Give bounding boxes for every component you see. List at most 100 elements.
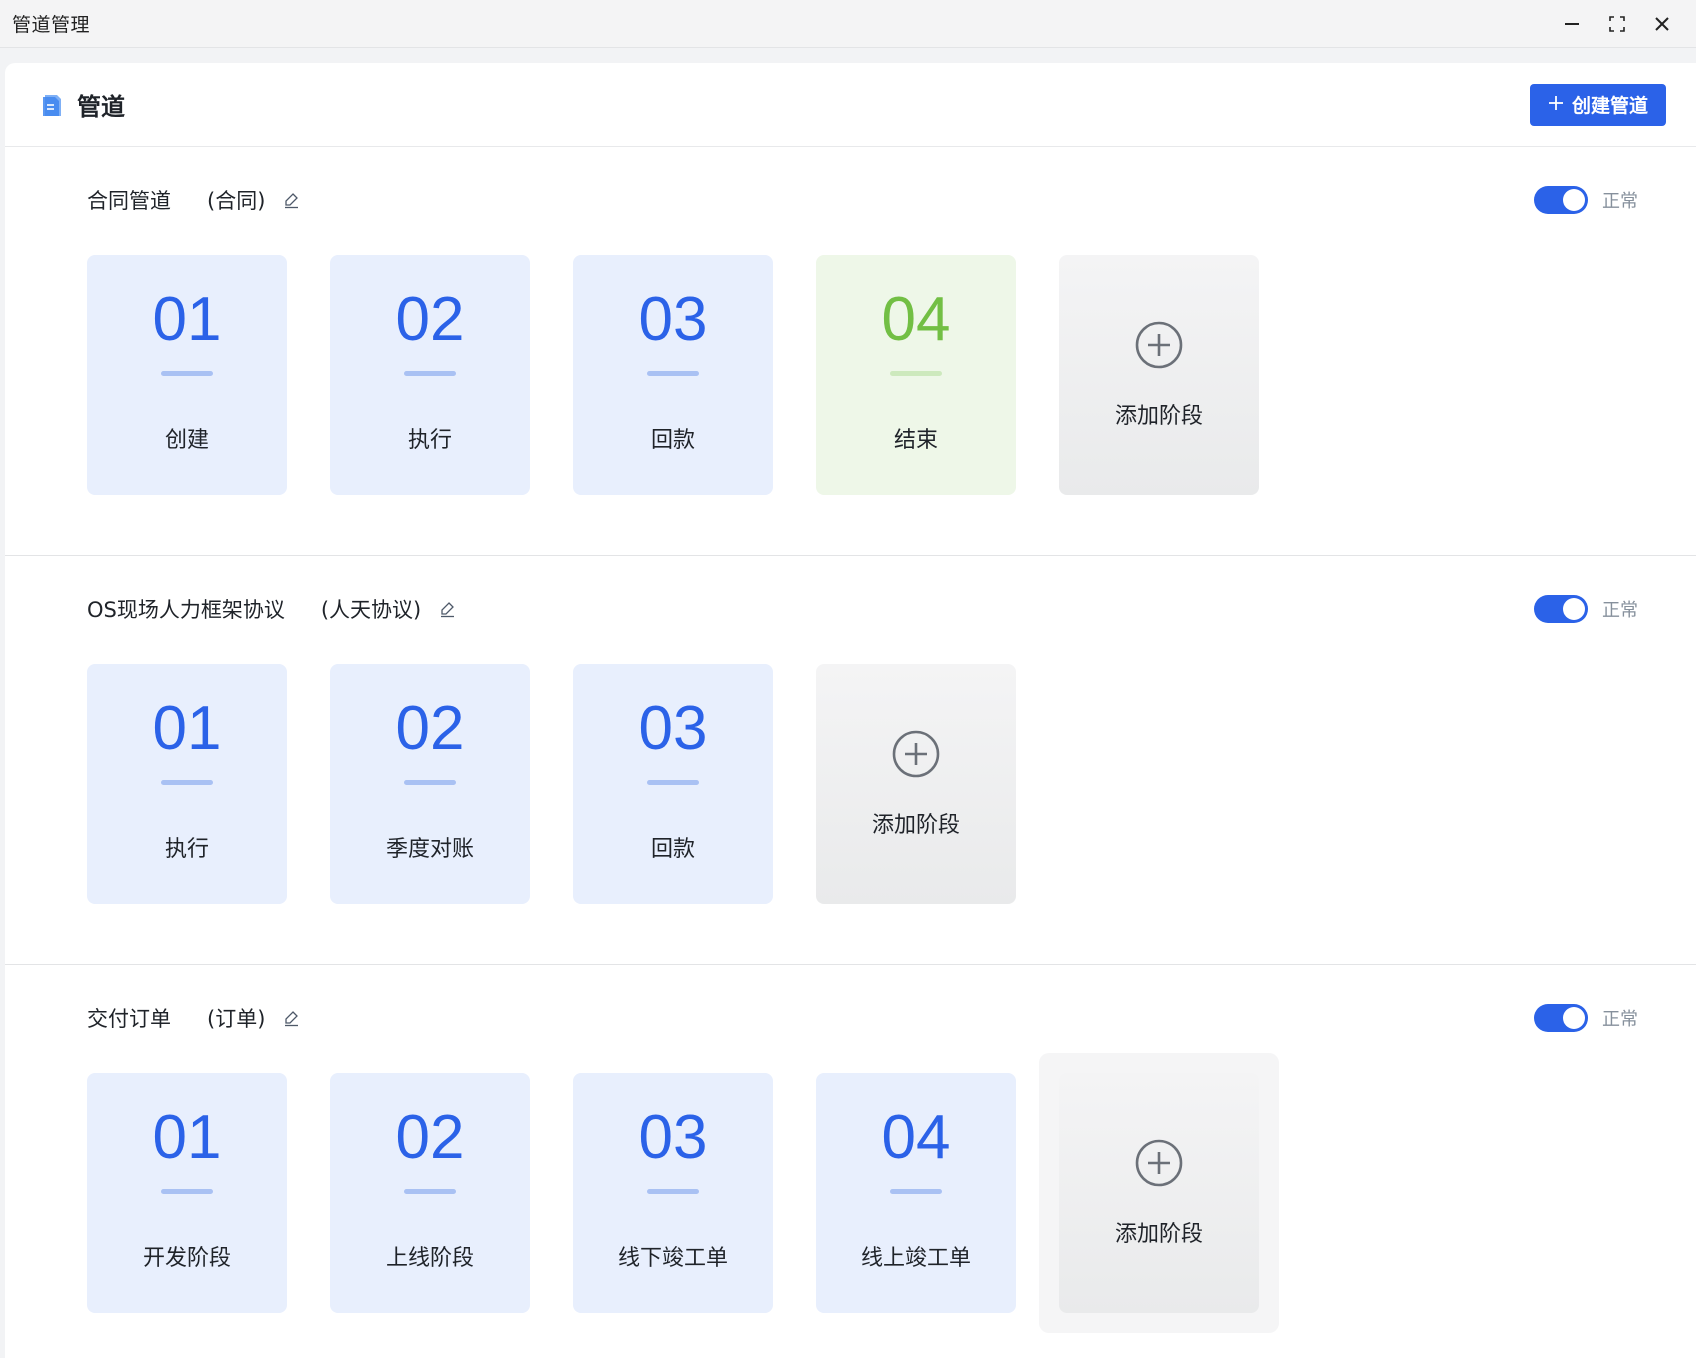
pipeline-header: 交付订单 (订单) 正常 xyxy=(87,1003,1638,1033)
stage-divider xyxy=(161,780,213,785)
stage-number: 03 xyxy=(638,285,708,354)
add-circle-icon xyxy=(1134,320,1184,370)
stage-card[interactable]: 01 创建 xyxy=(87,255,287,495)
stage-divider xyxy=(647,780,699,785)
stage-label: 线上竣工单 xyxy=(860,1246,971,1271)
stage-card[interactable]: 02 执行 xyxy=(330,255,530,495)
minimize-icon xyxy=(1564,16,1580,32)
status-label: 正常 xyxy=(1602,191,1638,212)
stage-label: 结束 xyxy=(893,428,938,453)
stage-divider xyxy=(890,1189,942,1194)
pipeline-name: OS现场人力框架协议 xyxy=(87,598,285,622)
create-pipeline-button[interactable]: 创建管道 xyxy=(1529,83,1666,126)
plus-icon xyxy=(1548,94,1564,116)
page-title-group: 管道 xyxy=(41,87,125,122)
stage-number: 03 xyxy=(638,694,708,763)
stage-label: 回款 xyxy=(650,837,695,862)
document-icon xyxy=(41,92,65,118)
window-title-bar: 管道管理 xyxy=(0,0,1696,48)
add-stage-button[interactable]: 添加阶段 xyxy=(816,664,1016,904)
stage-label: 开发阶段 xyxy=(142,1246,231,1271)
stage-list: 01 开发阶段 02 上线阶段 03 线下竣工单 04 线上竣工单 添加阶段 xyxy=(87,1053,1279,1333)
stage-list: 01 执行 02 季度对账 03 回款 添加阶段 xyxy=(87,664,1016,904)
create-pipeline-label: 创建管道 xyxy=(1571,95,1648,117)
maximize-button[interactable] xyxy=(1594,0,1639,48)
edit-icon[interactable] xyxy=(439,600,457,618)
stage-number: 01 xyxy=(152,694,222,763)
pipeline-type: (订单) xyxy=(207,1007,266,1031)
stage-number: 01 xyxy=(152,1103,222,1172)
pipeline-title-group: OS现场人力框架协议 (人天协议) xyxy=(87,594,457,624)
stage-label: 上线阶段 xyxy=(385,1246,474,1271)
pipeline-header: 合同管道 (合同) 正常 xyxy=(87,185,1638,215)
main-panel: 管道 创建管道 合同管道 (合同) 正常 01 创建 02 执行 03 回款 0… xyxy=(5,63,1696,1358)
stage-card[interactable]: 01 开发阶段 xyxy=(87,1073,287,1313)
stage-card[interactable]: 03 回款 xyxy=(573,664,773,904)
pipeline-enabled-toggle[interactable] xyxy=(1534,1004,1588,1032)
stage-label: 季度对账 xyxy=(385,837,474,862)
stage-number: 01 xyxy=(152,285,222,354)
stage-divider xyxy=(647,371,699,376)
stage-number: 03 xyxy=(638,1103,708,1172)
stage-divider xyxy=(161,1189,213,1194)
stage-divider xyxy=(404,371,456,376)
window-controls xyxy=(1549,0,1684,48)
stage-card[interactable]: 02 上线阶段 xyxy=(330,1073,530,1313)
pipeline-type: (人天协议) xyxy=(320,598,422,622)
stage-number: 04 xyxy=(881,1103,951,1172)
stage-divider xyxy=(890,371,942,376)
add-stage-label: 添加阶段 xyxy=(871,813,960,838)
stage-card[interactable]: 02 季度对账 xyxy=(330,664,530,904)
add-stage-label: 添加阶段 xyxy=(1114,1222,1203,1247)
close-button[interactable] xyxy=(1639,0,1684,48)
add-circle-icon xyxy=(891,729,941,779)
stage-card-final[interactable]: 04 结束 xyxy=(816,255,1016,495)
pipeline-enabled-toggle[interactable] xyxy=(1534,186,1588,214)
add-stage-hover-area: 添加阶段 xyxy=(1039,1053,1279,1333)
edit-icon[interactable] xyxy=(283,191,301,209)
pipeline-name: 交付订单 xyxy=(87,1007,171,1031)
stage-label: 回款 xyxy=(650,428,695,453)
stage-divider xyxy=(161,371,213,376)
stage-list: 01 创建 02 执行 03 回款 04 结束 添加阶段 xyxy=(87,255,1259,495)
pipeline-title-group: 交付订单 (订单) xyxy=(87,1003,301,1033)
add-circle-icon xyxy=(1134,1138,1184,1188)
stage-number: 02 xyxy=(395,1103,465,1172)
stage-label: 执行 xyxy=(164,837,209,862)
add-stage-button[interactable]: 添加阶段 xyxy=(1059,1073,1259,1313)
stage-label: 创建 xyxy=(164,428,209,453)
minimize-button[interactable] xyxy=(1549,0,1594,48)
stage-number: 02 xyxy=(395,694,465,763)
pipeline-section: 交付订单 (订单) 正常 01 开发阶段 02 上线阶段 03 线下竣工单 04… xyxy=(5,965,1696,1357)
close-icon xyxy=(1654,16,1670,32)
add-stage-label: 添加阶段 xyxy=(1114,404,1203,429)
add-stage-button[interactable]: 添加阶段 xyxy=(1059,255,1259,495)
stage-card[interactable]: 03 线下竣工单 xyxy=(573,1073,773,1313)
stage-divider xyxy=(404,1189,456,1194)
pipeline-section: OS现场人力框架协议 (人天协议) 正常 01 执行 02 季度对账 03 回款… xyxy=(5,556,1696,965)
stage-number: 04 xyxy=(881,285,951,354)
stage-card[interactable]: 01 执行 xyxy=(87,664,287,904)
pipeline-section: 合同管道 (合同) 正常 01 创建 02 执行 03 回款 04 结束 添加阶… xyxy=(5,147,1696,556)
pipeline-type: (合同) xyxy=(207,189,266,213)
stage-divider xyxy=(647,1189,699,1194)
pipeline-header: OS现场人力框架协议 (人天协议) 正常 xyxy=(87,594,1638,624)
pipeline-status: 正常 xyxy=(1534,1004,1638,1032)
maximize-icon xyxy=(1608,15,1625,32)
pipeline-enabled-toggle[interactable] xyxy=(1534,595,1588,623)
pipeline-status: 正常 xyxy=(1534,595,1638,623)
pipeline-title-group: 合同管道 (合同) xyxy=(87,185,301,215)
stage-card[interactable]: 04 线上竣工单 xyxy=(816,1073,1016,1313)
stage-label: 执行 xyxy=(407,428,452,453)
stage-label: 线下竣工单 xyxy=(617,1246,728,1271)
pipeline-name: 合同管道 xyxy=(87,189,171,213)
edit-icon[interactable] xyxy=(283,1009,301,1027)
stage-divider xyxy=(404,780,456,785)
status-label: 正常 xyxy=(1602,1009,1638,1030)
stage-card[interactable]: 03 回款 xyxy=(573,255,773,495)
stage-number: 02 xyxy=(395,285,465,354)
status-label: 正常 xyxy=(1602,600,1638,621)
page-title: 管道 xyxy=(77,93,125,121)
window-title: 管道管理 xyxy=(12,14,91,36)
page-header: 管道 创建管道 xyxy=(5,63,1696,147)
